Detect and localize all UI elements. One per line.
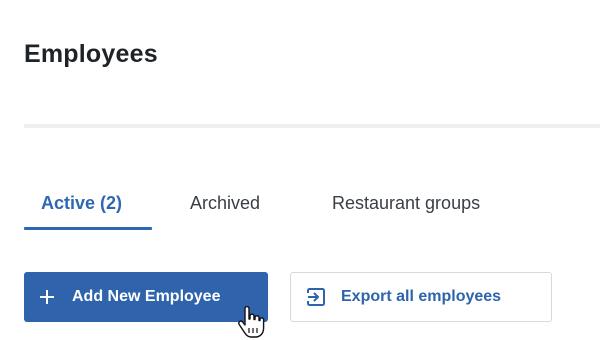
employees-page: Employees Active (2) Archived Restaurant… (0, 0, 600, 340)
tab-active[interactable]: Active (2) (24, 188, 152, 230)
tab-archived[interactable]: Archived (190, 188, 260, 228)
tab-restaurant-groups-label: Restaurant groups (332, 193, 481, 213)
header-divider (24, 124, 600, 128)
export-icon (307, 288, 325, 306)
add-new-employee-button[interactable]: Add New Employee (24, 272, 268, 322)
add-new-employee-label: Add New Employee (72, 288, 221, 305)
plus-icon (40, 290, 54, 304)
tab-archived-label: Archived (190, 193, 261, 213)
export-all-employees-label: Export all employees (341, 288, 502, 305)
tab-active-label: Active (2) (41, 193, 123, 213)
tab-bar: Active (2) Archived Restaurant groups (24, 188, 584, 232)
active-tab-underline (24, 227, 152, 230)
page-title: Employees (24, 40, 158, 68)
tab-restaurant-groups[interactable]: Restaurant groups (332, 188, 480, 228)
export-all-employees-button[interactable]: Export all employees (290, 272, 552, 322)
